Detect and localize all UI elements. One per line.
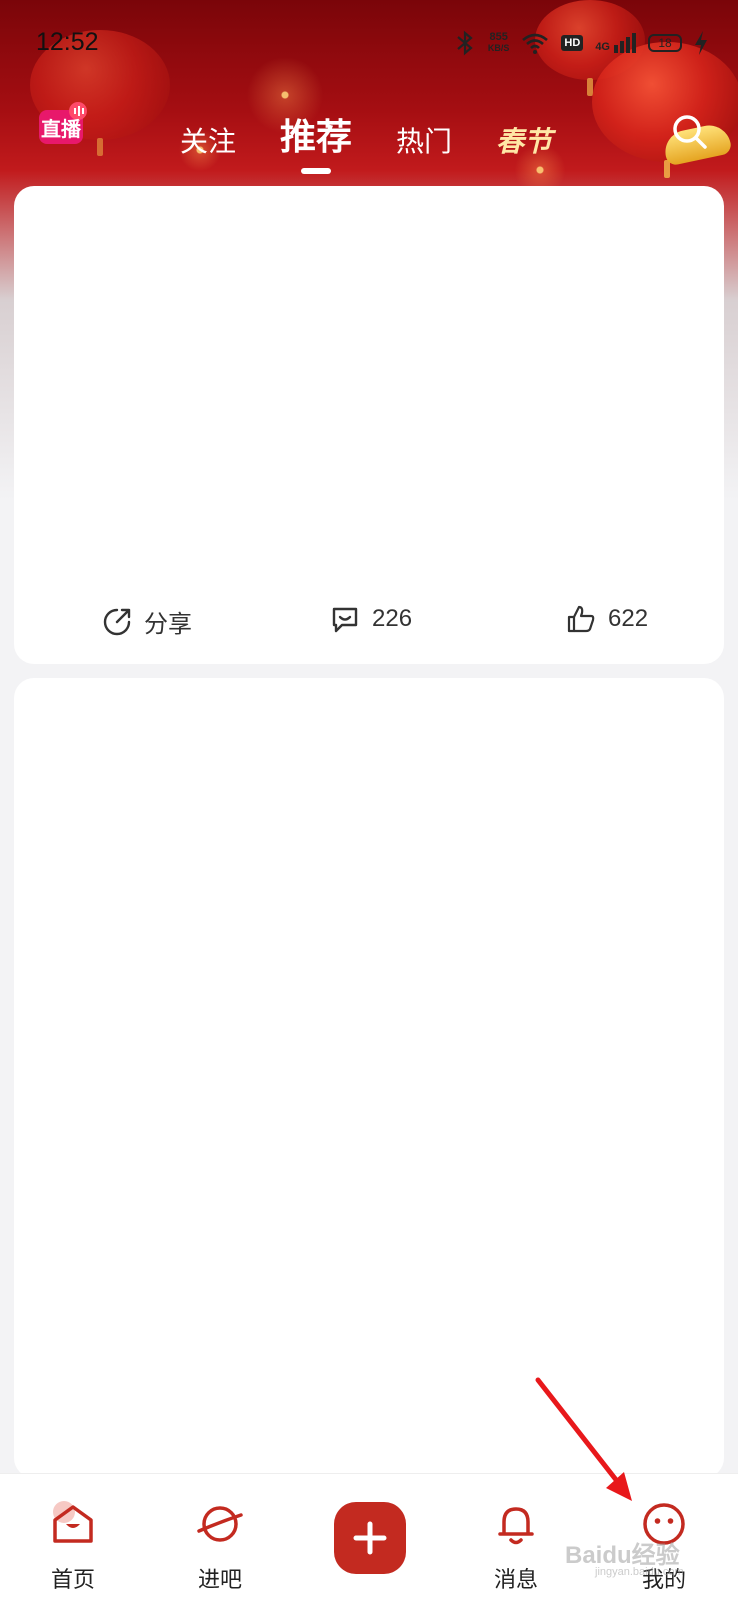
- bell-icon: [498, 1507, 534, 1545]
- wifi-icon: [522, 33, 549, 54]
- create-post-button[interactable]: [334, 1502, 406, 1574]
- status-icons: 855 KB/S HD 4G 18: [454, 30, 708, 56]
- nav-forums[interactable]: 进吧: [170, 1500, 270, 1594]
- bluetooth-icon: [457, 30, 473, 56]
- plus-icon: [353, 1521, 387, 1555]
- share-button[interactable]: 分享: [102, 604, 192, 639]
- nav-messages[interactable]: 消息: [466, 1500, 566, 1594]
- share-label: 分享: [144, 611, 192, 638]
- share-icon: [103, 608, 131, 635]
- svg-text:直播: 直播: [41, 117, 82, 141]
- tab-recommend[interactable]: 推荐: [280, 108, 352, 174]
- comment-button[interactable]: 226: [330, 604, 412, 634]
- status-time: 12:52: [36, 28, 99, 56]
- nav-forums-label: 进吧: [197, 1568, 242, 1593]
- search-button[interactable]: [670, 112, 710, 152]
- live-logo-button[interactable]: 直播: [36, 98, 90, 152]
- network-speed: 855 KB/S: [487, 31, 510, 54]
- status-bar: 12:52 855 KB/S HD 4G 18: [0, 0, 738, 86]
- tab-follow[interactable]: 关注: [180, 120, 236, 160]
- tab-hot[interactable]: 热门: [396, 120, 452, 160]
- comment-count: 226: [372, 605, 413, 632]
- nav-home-label: 首页: [50, 1568, 95, 1593]
- like-button[interactable]: 622: [566, 604, 648, 634]
- live-logo-icon: 直播: [39, 102, 87, 144]
- home-icon: [53, 1501, 93, 1543]
- search-icon: [673, 115, 707, 149]
- feed-card[interactable]: 分享 226 622: [14, 186, 724, 664]
- nav-messages-label: 消息: [493, 1568, 538, 1593]
- feed-card[interactable]: [14, 678, 724, 1478]
- battery-indicator: 18: [648, 34, 682, 52]
- post-action-bar: 分享 226 622: [14, 604, 724, 644]
- tab-spring-festival[interactable]: 春节: [496, 120, 552, 160]
- nav-home[interactable]: 首页: [23, 1500, 123, 1594]
- watermark-url: jingyan.baidu.com: [595, 1566, 684, 1578]
- comment-icon: [332, 607, 358, 633]
- thumbs-up-icon: [567, 605, 595, 633]
- charging-bolt-icon: [695, 31, 707, 55]
- like-count: 622: [608, 605, 649, 632]
- planet-icon: [197, 1506, 243, 1542]
- watermark: Baidu经验: [565, 1542, 680, 1569]
- cell-signal-icon: 4G: [595, 33, 636, 53]
- top-tabs: 关注 推荐 热门 春节: [180, 108, 596, 174]
- hd-badge: HD: [561, 35, 584, 51]
